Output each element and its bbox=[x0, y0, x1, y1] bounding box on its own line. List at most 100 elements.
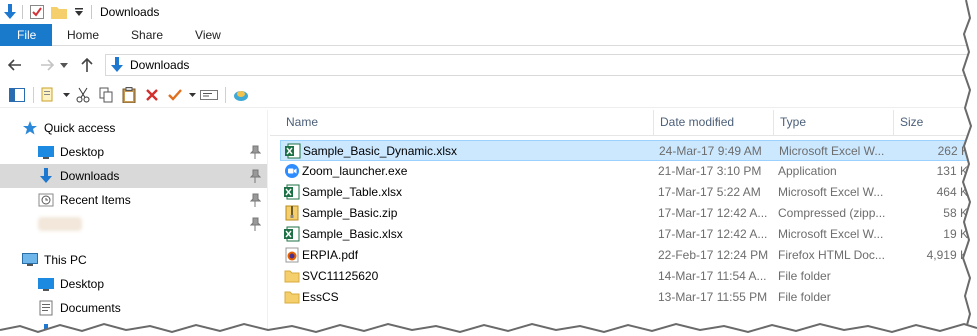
properties-button[interactable] bbox=[38, 84, 60, 106]
nav-item-label: Documents bbox=[60, 301, 121, 315]
computer-icon bbox=[22, 252, 38, 268]
cloud-app-icon bbox=[234, 90, 248, 101]
properties-icon bbox=[41, 87, 53, 101]
file-type: File folder bbox=[778, 290, 831, 304]
address-path: Downloads bbox=[130, 58, 190, 72]
check-button[interactable] bbox=[164, 84, 186, 106]
downloads-icon bbox=[111, 57, 123, 72]
nav-pc-item-downloads[interactable]: Downloads bbox=[0, 320, 267, 336]
file-name: Zoom_launcher.exe bbox=[302, 164, 408, 178]
checkmark-icon bbox=[168, 88, 182, 101]
file-name: EssCS bbox=[302, 290, 339, 304]
chevron-down-icon bbox=[62, 92, 70, 97]
tab-share[interactable]: Share bbox=[117, 24, 181, 46]
file-type: Firefox HTML Doc... bbox=[778, 248, 885, 262]
nav-item-blurred[interactable] bbox=[0, 212, 267, 236]
clipboard-icon bbox=[122, 86, 136, 103]
app-shortcut-button[interactable] bbox=[230, 84, 252, 106]
file-row[interactable]: Sample_Basic_Dynamic.xlsx 24-Mar-17 9:49… bbox=[280, 140, 977, 161]
file-size: 58 KB bbox=[943, 206, 976, 220]
file-date: 17-Mar-17 12:42 A... bbox=[658, 206, 768, 220]
properties-icon[interactable] bbox=[29, 4, 45, 20]
address-bar[interactable]: Downloads bbox=[105, 54, 977, 76]
sort-caret-icon: ⌄ bbox=[713, 115, 721, 124]
nav-item-recent-items[interactable]: Recent Items bbox=[0, 188, 267, 212]
file-type: Microsoft Excel W... bbox=[778, 227, 884, 241]
excel-icon bbox=[284, 184, 300, 200]
file-type: Compressed (zipp... bbox=[778, 206, 886, 220]
rename-button[interactable] bbox=[198, 84, 220, 106]
file-name: ERPIA.pdf bbox=[302, 248, 359, 262]
divider bbox=[225, 86, 226, 103]
recent-locations-button[interactable] bbox=[58, 54, 70, 76]
window-title: Downloads bbox=[100, 4, 160, 19]
navigation-pane-button[interactable] bbox=[6, 84, 28, 106]
documents-icon bbox=[38, 300, 54, 316]
file-row[interactable]: Zoom_launcher.exe 21-Mar-17 3:10 PM Appl… bbox=[280, 161, 977, 182]
file-row[interactable]: Sample_Basic.zip 17-Mar-17 12:42 A... Co… bbox=[280, 203, 977, 224]
check-dropdown[interactable] bbox=[187, 84, 197, 106]
nav-pc-item-documents[interactable]: Documents bbox=[0, 296, 267, 320]
tab-view[interactable]: View bbox=[181, 24, 239, 46]
blurred-item-icon bbox=[38, 217, 82, 231]
pin-icon[interactable] bbox=[249, 169, 261, 183]
forward-arrow-icon bbox=[41, 59, 54, 71]
divider bbox=[91, 4, 92, 19]
pdf-icon bbox=[285, 247, 299, 263]
customize-dropdown-icon[interactable] bbox=[71, 4, 87, 20]
nav-item-desktop[interactable]: Desktop bbox=[0, 140, 267, 164]
file-size bbox=[900, 266, 976, 287]
column-name[interactable]: Name bbox=[280, 110, 654, 136]
file-name: Sample_Basic.xlsx bbox=[302, 227, 403, 241]
forward-button[interactable] bbox=[36, 54, 58, 76]
file-name: Sample_Table.xlsx bbox=[302, 185, 403, 199]
nav-pc-item-desktop[interactable]: Desktop bbox=[0, 272, 267, 296]
copy-icon bbox=[99, 87, 113, 102]
file-date: 24-Mar-17 9:49 AM bbox=[659, 144, 762, 158]
zoom-icon bbox=[285, 164, 299, 178]
divider bbox=[22, 4, 23, 19]
pin-icon[interactable] bbox=[249, 145, 261, 159]
column-size[interactable]: Size bbox=[894, 110, 977, 136]
delete-button[interactable] bbox=[141, 84, 163, 106]
cut-button[interactable] bbox=[72, 84, 94, 106]
file-row[interactable]: EssCS 13-Mar-17 11:55 PM File folder bbox=[280, 287, 977, 308]
file-type: Microsoft Excel W... bbox=[778, 185, 884, 199]
down-arrow-icon[interactable] bbox=[2, 3, 18, 20]
paste-button[interactable] bbox=[118, 84, 140, 106]
file-size: 464 KB bbox=[936, 185, 976, 199]
file-list: Name ⌄ Date modified Type Size Sample_Ba… bbox=[270, 110, 977, 336]
nav-item-downloads[interactable]: Downloads bbox=[0, 164, 267, 188]
file-date: 17-Mar-17 12:42 A... bbox=[658, 227, 768, 241]
file-row[interactable]: Sample_Basic.xlsx 17-Mar-17 12:42 A... M… bbox=[280, 224, 977, 245]
column-date-modified[interactable]: ⌄ Date modified bbox=[654, 110, 774, 136]
file-date: 21-Mar-17 3:10 PM bbox=[658, 164, 762, 178]
desktop-icon bbox=[38, 144, 54, 160]
file-row[interactable]: SVC11125620 14-Mar-17 11:54 A... File fo… bbox=[280, 266, 977, 287]
up-button[interactable] bbox=[76, 54, 98, 76]
file-name: Sample_Basic.zip bbox=[302, 206, 398, 220]
pin-icon[interactable] bbox=[249, 217, 261, 231]
file-row[interactable]: Sample_Table.xlsx 17-Mar-17 5:22 AM Micr… bbox=[280, 182, 977, 203]
file-date: 22-Feb-17 12:24 PM bbox=[658, 248, 769, 262]
title-bar: Downloads bbox=[0, 0, 977, 24]
back-button[interactable] bbox=[4, 54, 26, 76]
file-date: 14-Mar-17 11:54 A... bbox=[658, 269, 767, 283]
nav-quick-access[interactable]: Quick access bbox=[0, 116, 267, 140]
new-folder-icon[interactable] bbox=[51, 4, 67, 20]
file-type: Application bbox=[778, 164, 837, 178]
back-arrow-icon bbox=[8, 59, 21, 71]
properties-dropdown[interactable] bbox=[61, 84, 71, 106]
rename-icon bbox=[200, 89, 218, 100]
file-row[interactable]: ERPIA.pdf 22-Feb-17 12:24 PM Firefox HTM… bbox=[280, 245, 977, 266]
column-type[interactable]: Type bbox=[774, 110, 894, 136]
copy-button[interactable] bbox=[95, 84, 117, 106]
pin-icon[interactable] bbox=[249, 193, 261, 207]
chevron-down-icon bbox=[188, 92, 196, 97]
file-type: Microsoft Excel W... bbox=[779, 144, 885, 158]
tab-home[interactable]: Home bbox=[52, 24, 117, 46]
file-date: 17-Mar-17 5:22 AM bbox=[658, 185, 761, 199]
tab-file[interactable]: File bbox=[0, 24, 52, 46]
nav-item-label: Recent Items bbox=[60, 193, 131, 207]
nav-this-pc[interactable]: This PC bbox=[0, 248, 267, 272]
